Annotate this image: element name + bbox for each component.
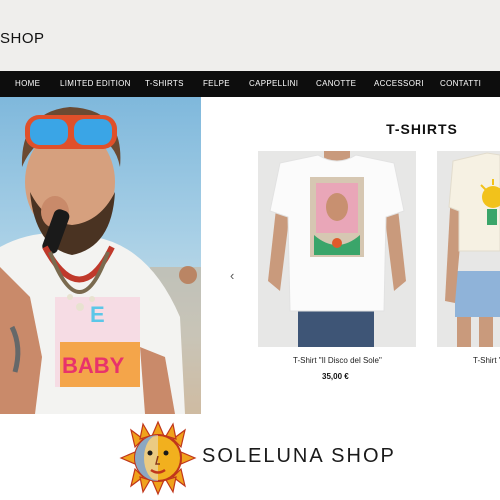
top-bar: SHOP [0,0,500,71]
product-name[interactable]: T-Shirt " [473,356,500,365]
sun-moon-logo [119,420,197,496]
brand-footer[interactable]: SOLELUNA SHOP [118,420,394,496]
tshirt-photo [445,152,500,347]
product-image[interactable] [437,151,500,347]
product-name[interactable]: T-Shirt "Il Disco del Sole" [293,356,382,365]
product-price: 35,00 € [322,372,349,381]
hero-photo: BABY E [0,107,201,414]
nav-item-canotte[interactable]: CANOTTE [316,79,356,88]
shirt-text-e: E [90,302,105,327]
product-image[interactable] [258,151,416,347]
nav-item-contatti[interactable]: CONTATTI [440,79,481,88]
tshirt-photo [268,151,406,347]
shirt-text-baby: BABY [62,353,125,378]
nav-item-felpe[interactable]: FELPE [203,79,230,88]
nav-item-t-shirts[interactable]: T-SHIRTS [145,79,184,88]
main-navigation: HOME LIMITED EDITION T-SHIRTS FELPE CAPP… [0,71,500,97]
hero-image[interactable]: BABY E [0,97,201,414]
nav-item-home[interactable]: HOME [15,79,40,88]
nav-item-limited-edition[interactable]: LIMITED EDITION [60,79,131,88]
nav-item-accessori[interactable]: ACCESSORI [374,79,424,88]
nav-item-cappellini[interactable]: CAPPELLINI [249,79,298,88]
shop-title[interactable]: SHOP [0,30,45,47]
chevron-left-icon[interactable]: ‹ [230,268,242,283]
section-title: T-SHIRTS [386,121,458,137]
brand-name[interactable]: SOLELUNA SHOP [202,445,396,468]
